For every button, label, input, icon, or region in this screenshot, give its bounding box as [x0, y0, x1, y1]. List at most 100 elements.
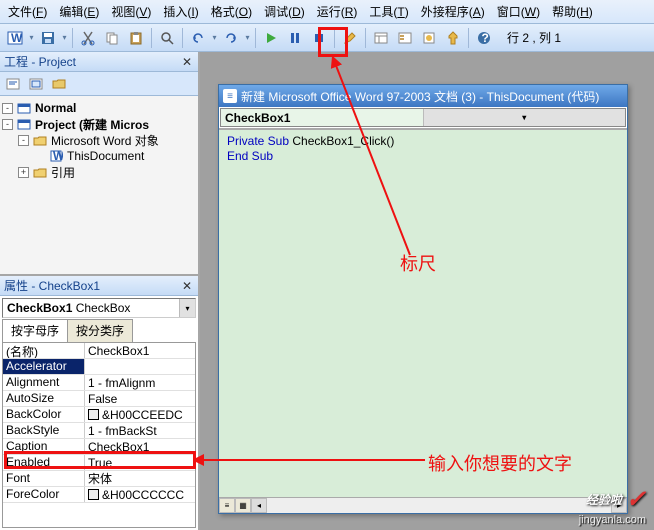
menu-t[interactable]: 工具(T) [363, 1, 414, 22]
tab-alphabetic[interactable]: 按字母序 [2, 319, 68, 342]
procedure-view-button[interactable]: ≡ [219, 498, 235, 513]
code-icon: ≡ [223, 89, 237, 103]
scroll-track[interactable] [267, 498, 611, 513]
property-row[interactable]: (名称)CheckBox1 [3, 343, 195, 359]
property-row[interactable]: Alignment1 - fmAlignm [3, 375, 195, 391]
property-name: BackColor [3, 407, 85, 422]
property-row[interactable]: EnabledTrue [3, 455, 195, 471]
menu-d[interactable]: 调试(D) [258, 1, 311, 22]
property-row[interactable]: ForeColor&H00CCCCCC [3, 487, 195, 503]
property-grid[interactable]: (名称)CheckBox1AcceleratorAlignment1 - fmA… [2, 342, 196, 528]
run-button[interactable] [260, 27, 282, 49]
design-mode-button[interactable] [339, 27, 361, 49]
tree-toggle[interactable]: + [18, 167, 29, 178]
dropdown-arrow-icon[interactable]: ▾ [423, 109, 626, 126]
tree-toggle[interactable]: - [18, 135, 29, 146]
scroll-left-button[interactable]: ◂ [251, 498, 267, 513]
property-value[interactable]: True [85, 455, 195, 470]
main-toolbar: W ▾ ▾ ▾ ▾ ? 行 2 , 列 1 [0, 24, 654, 52]
full-module-view-button[interactable]: ▦ [235, 498, 251, 513]
color-swatch-icon [88, 489, 99, 500]
tree-label: Normal [35, 101, 76, 115]
separator [255, 28, 256, 48]
code-editor[interactable]: Private Sub CheckBox1_Click()End Sub [219, 129, 627, 497]
break-button[interactable] [284, 27, 306, 49]
property-value[interactable]: CheckBox1 [85, 439, 195, 454]
dropdown-arrow-icon[interactable]: ▾ [211, 27, 218, 49]
project-tree[interactable]: -Normal-Project (新建 Micros-Microsoft Wor… [0, 96, 198, 276]
menubar: 文件(F)编辑(E)视图(V)插入(I)格式(O)调试(D)运行(R)工具(T)… [0, 0, 654, 24]
undo-button[interactable] [187, 27, 209, 49]
menu-r[interactable]: 运行(R) [311, 1, 364, 22]
proj-icon [16, 117, 32, 131]
toolbox-button[interactable] [442, 27, 464, 49]
tree-node[interactable]: - Normal [2, 100, 196, 116]
object-selector[interactable]: CheckBox1 CheckBox ▾ [2, 298, 196, 318]
tree-toggle[interactable]: - [2, 119, 13, 130]
property-value[interactable] [85, 359, 195, 374]
paste-button[interactable] [125, 27, 147, 49]
property-row[interactable]: BackColor&H00CCEEDC [3, 407, 195, 423]
menu-v[interactable]: 视图(V) [105, 1, 157, 22]
menu-i[interactable]: 插入(I) [157, 1, 204, 22]
code-line: End Sub [227, 149, 619, 164]
save-button[interactable] [37, 27, 59, 49]
stop-button[interactable] [308, 27, 330, 49]
dropdown-arrow-icon[interactable]: ▾ [244, 27, 251, 49]
tree-node[interactable]: - Microsoft Word 对象 [2, 132, 196, 148]
property-value[interactable]: False [85, 391, 195, 406]
dropdown-arrow-icon[interactable]: ▾ [61, 27, 68, 49]
close-icon[interactable]: ✕ [180, 279, 194, 293]
close-icon[interactable]: ✕ [180, 55, 194, 69]
menu-o[interactable]: 格式(O) [205, 1, 258, 22]
object-browser-button[interactable] [418, 27, 440, 49]
menu-h[interactable]: 帮助(H) [546, 1, 599, 22]
tree-node[interactable]: +引用 [2, 164, 196, 180]
separator [151, 28, 152, 48]
tree-node[interactable]: -Project (新建 Micros [2, 116, 196, 132]
word-icon[interactable]: W [4, 27, 26, 49]
watermark-title: 经验啦✓ [579, 485, 646, 514]
property-value[interactable]: CheckBox1 [85, 343, 195, 358]
properties-panel-title: 属性 - CheckBox1 ✕ [0, 276, 198, 296]
view-code-button[interactable] [2, 73, 24, 95]
property-value[interactable]: &H00CCCCCC [85, 487, 195, 502]
redo-button[interactable] [220, 27, 242, 49]
left-column: 工程 - Project ✕ - Normal-Project (新建 Micro… [0, 52, 200, 530]
copy-button[interactable] [101, 27, 123, 49]
tree-toggle[interactable]: - [2, 103, 13, 114]
project-panel-title: 工程 - Project ✕ [0, 52, 198, 72]
object-dropdown[interactable]: CheckBox1 ▾ [220, 108, 626, 127]
menu-a[interactable]: 外接程序(A) [415, 1, 491, 22]
tree-label: Microsoft Word 对象 [51, 132, 159, 149]
property-value[interactable]: &H00CCEEDC [85, 407, 195, 422]
property-row[interactable]: Font宋体 [3, 471, 195, 487]
property-name: AutoSize [3, 391, 85, 406]
tab-categorized[interactable]: 按分类序 [67, 319, 133, 342]
code-window-title: 新建 Microsoft Office Word 97-2003 文档 (3) … [241, 88, 623, 105]
menu-f[interactable]: 文件(F) [2, 1, 53, 22]
view-object-button[interactable] [25, 73, 47, 95]
property-row[interactable]: CaptionCheckBox1 [3, 439, 195, 455]
code-window-titlebar[interactable]: ≡ 新建 Microsoft Office Word 97-2003 文档 (3… [219, 85, 627, 107]
dropdown-arrow-icon[interactable]: ▾ [28, 27, 35, 49]
toggle-folders-button[interactable] [48, 73, 70, 95]
doc-icon: W [48, 149, 64, 163]
help-button[interactable]: ? [473, 27, 495, 49]
property-value[interactable]: 宋体 [85, 471, 195, 486]
menu-w[interactable]: 窗口(W) [491, 1, 546, 22]
property-row[interactable]: AutoSizeFalse [3, 391, 195, 407]
color-swatch-icon [88, 409, 99, 420]
property-value[interactable]: 1 - fmBackSt [85, 423, 195, 438]
find-button[interactable] [156, 27, 178, 49]
properties-button[interactable] [394, 27, 416, 49]
property-value[interactable]: 1 - fmAlignm [85, 375, 195, 390]
project-explorer-button[interactable] [370, 27, 392, 49]
property-row[interactable]: Accelerator [3, 359, 195, 375]
tree-node[interactable]: WThisDocument [2, 148, 196, 164]
separator [72, 28, 73, 48]
menu-e[interactable]: 编辑(E) [53, 1, 105, 22]
cut-button[interactable] [77, 27, 99, 49]
property-row[interactable]: BackStyle1 - fmBackSt [3, 423, 195, 439]
dropdown-arrow-icon[interactable]: ▾ [179, 299, 195, 317]
